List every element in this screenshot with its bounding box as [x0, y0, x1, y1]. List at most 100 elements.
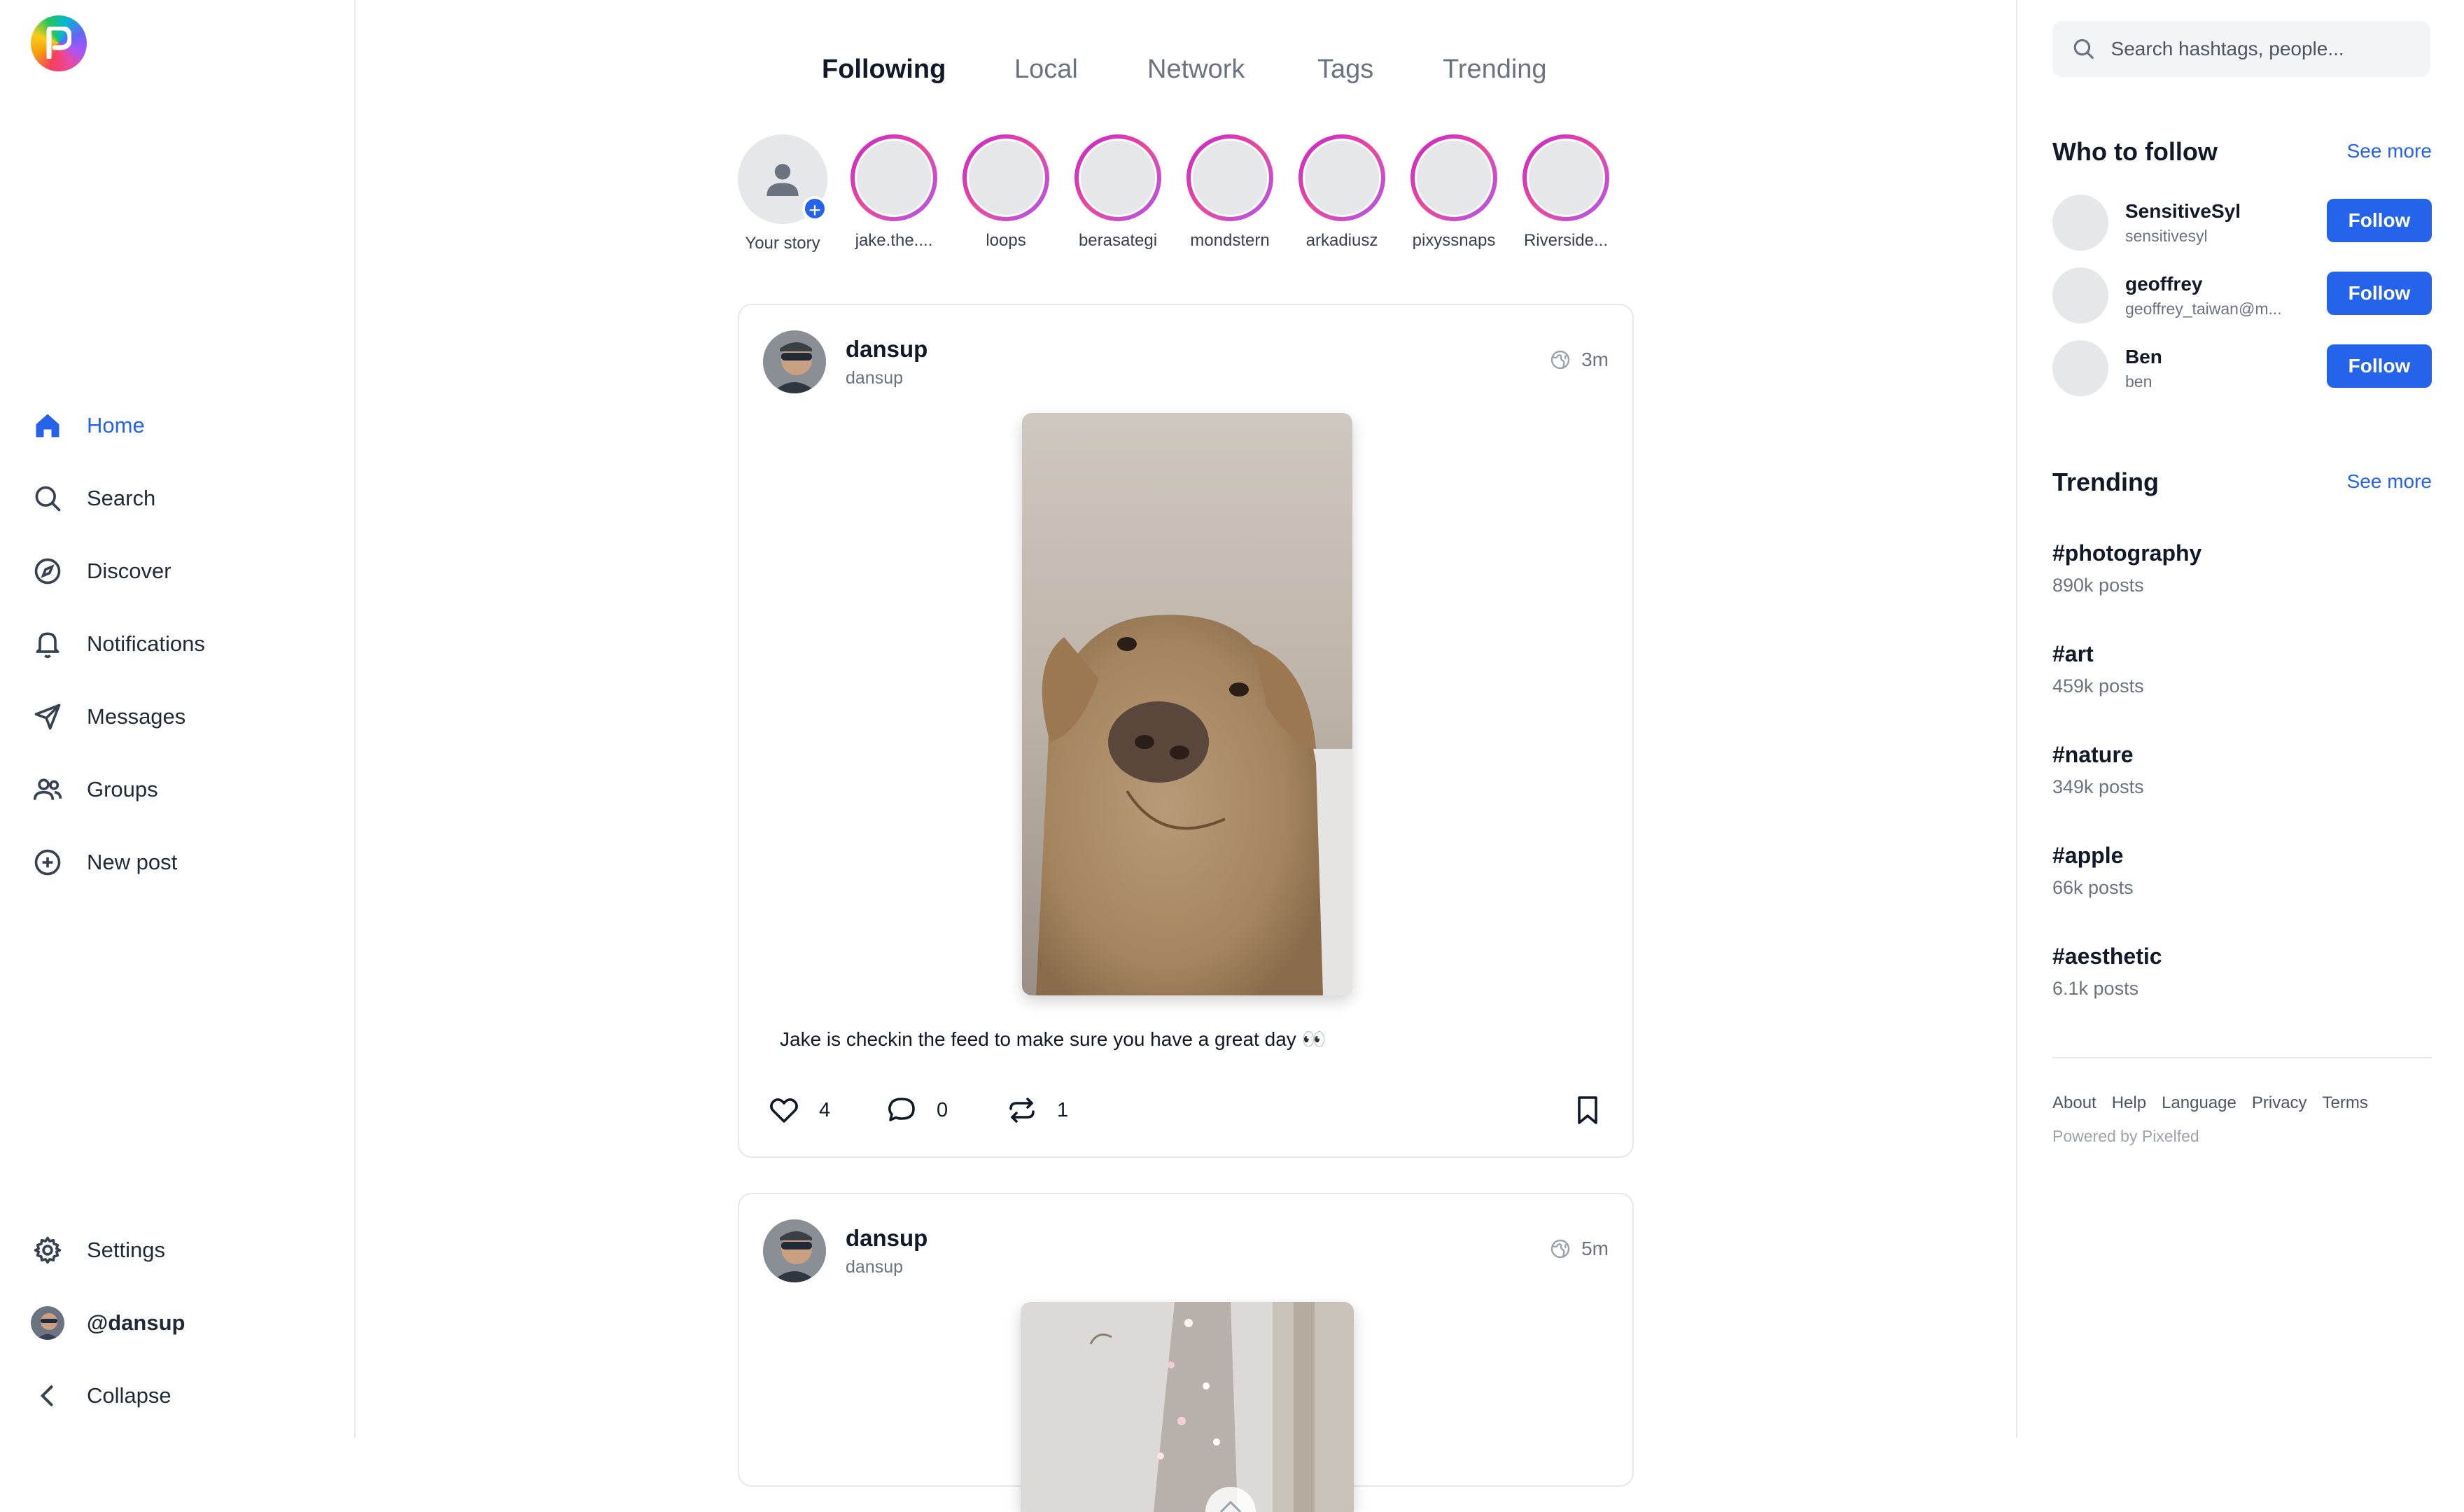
- who-to-follow-see-more[interactable]: See more: [2347, 140, 2432, 162]
- post-time[interactable]: 3m: [1581, 349, 1609, 371]
- post-time[interactable]: 5m: [1581, 1238, 1609, 1260]
- nav-discover[interactable]: Discover: [31, 550, 325, 592]
- nav-new-post-label: New post: [87, 850, 178, 874]
- pixelfed-logo-icon[interactable]: [31, 15, 87, 71]
- nav-collapse[interactable]: Collapse: [31, 1375, 325, 1417]
- trending-title: Trending: [2052, 468, 2159, 496]
- tab-following[interactable]: Following: [822, 55, 946, 85]
- comment-button[interactable]: 0: [885, 1093, 948, 1127]
- suggestion-name[interactable]: geoffrey: [2125, 273, 2202, 295]
- avatar[interactable]: [763, 330, 826, 393]
- post-handle[interactable]: dansup: [846, 1257, 903, 1278]
- person-icon: [766, 164, 799, 196]
- post-image[interactable]: [1021, 1302, 1354, 1512]
- story-name: jake.the....: [855, 231, 933, 250]
- avatar[interactable]: [763, 1219, 826, 1282]
- post-actions: 4 0 1: [767, 1088, 1604, 1130]
- post-handle[interactable]: dansup: [846, 368, 903, 388]
- search-bar[interactable]: [2052, 21, 2430, 77]
- trending-tag[interactable]: #nature 349k posts: [2052, 742, 2144, 798]
- trending-tag[interactable]: #photography 890k posts: [2052, 540, 2202, 596]
- tab-tags[interactable]: Tags: [1317, 55, 1373, 85]
- story-item[interactable]: jake.the....: [845, 134, 943, 251]
- follow-button[interactable]: Follow: [2327, 272, 2432, 315]
- story-item[interactable]: pixyssnaps: [1405, 134, 1503, 251]
- post-image[interactable]: [1022, 413, 1352, 995]
- search-icon: [2073, 38, 2094, 59]
- story-avatar: [1081, 141, 1155, 215]
- search-icon: [31, 482, 64, 515]
- footer-divider: [2052, 1057, 2432, 1058]
- story-avatar: [1529, 141, 1603, 215]
- story-avatar: [1305, 141, 1379, 215]
- heart-icon: [770, 1098, 798, 1123]
- trending-tag[interactable]: #aesthetic 6.1k posts: [2052, 944, 2162, 1000]
- story-item[interactable]: mondstern: [1181, 134, 1279, 251]
- compass-icon: [31, 554, 64, 588]
- share-button[interactable]: 1: [1005, 1093, 1068, 1127]
- post-username[interactable]: dansup: [846, 336, 927, 363]
- tab-local[interactable]: Local: [1014, 55, 1078, 85]
- powered-by: Powered by Pixelfed: [2052, 1127, 2199, 1145]
- footer-link-help[interactable]: Help: [2112, 1093, 2146, 1113]
- post-count: 349k posts: [2052, 776, 2144, 797]
- share-count: 1: [1057, 1098, 1069, 1121]
- avatar[interactable]: [2052, 195, 2108, 251]
- nav-messages[interactable]: Messages: [31, 696, 325, 738]
- your-story-avatar: +: [738, 134, 827, 224]
- follow-button[interactable]: Follow: [2327, 199, 2432, 242]
- story-name: arkadiusz: [1306, 231, 1378, 250]
- footer-link-about[interactable]: About: [2052, 1093, 2096, 1113]
- story-item[interactable]: Riverside...: [1517, 134, 1615, 251]
- avatar[interactable]: [2052, 340, 2108, 396]
- bell-icon: [31, 627, 64, 661]
- follow-button[interactable]: Follow: [2327, 344, 2432, 388]
- globe-icon: [1550, 350, 1570, 370]
- story-item[interactable]: loops: [957, 134, 1055, 251]
- christmas-tree-photo: [1021, 1302, 1354, 1512]
- post-count: 66k posts: [2052, 877, 2134, 898]
- hashtag: #apple: [2052, 843, 2124, 868]
- story-avatar: [857, 141, 931, 215]
- nav-home[interactable]: Home: [31, 405, 325, 447]
- add-story-plus-icon[interactable]: +: [802, 196, 827, 222]
- footer-link-terms[interactable]: Terms: [2323, 1093, 2368, 1113]
- tab-network[interactable]: Network: [1147, 55, 1245, 85]
- hashtag: #art: [2052, 641, 2094, 666]
- suggestion-name[interactable]: SensitiveSyl: [2125, 200, 2241, 223]
- story-your-story[interactable]: + Your story: [734, 134, 832, 253]
- repost-icon: [1009, 1098, 1035, 1123]
- post-meta: 3m: [1549, 349, 1609, 371]
- nav-new-post[interactable]: New post: [31, 841, 325, 883]
- comment-count: 0: [937, 1098, 948, 1121]
- story-avatar: [1417, 141, 1491, 215]
- like-button[interactable]: 4: [767, 1093, 830, 1127]
- trending-see-more[interactable]: See more: [2347, 470, 2432, 493]
- suggestion-name[interactable]: Ben: [2125, 346, 2162, 368]
- post-username[interactable]: dansup: [846, 1225, 927, 1252]
- tab-trending[interactable]: Trending: [1443, 55, 1547, 85]
- avatar[interactable]: [2052, 267, 2108, 323]
- nav-groups[interactable]: Groups: [31, 769, 325, 811]
- footer-link-language[interactable]: Language: [2162, 1093, 2236, 1113]
- nav-search[interactable]: Search: [31, 477, 325, 519]
- story-item[interactable]: berasategi: [1069, 134, 1167, 251]
- search-input[interactable]: [2109, 37, 2430, 61]
- trending-tag[interactable]: #apple 66k posts: [2052, 843, 2134, 899]
- home-icon: [31, 409, 64, 442]
- trending-tag[interactable]: #art 459k posts: [2052, 641, 2144, 697]
- nav-profile-label: @dansup: [87, 1310, 186, 1335]
- post-count: 6.1k posts: [2052, 978, 2139, 999]
- post-caption: Jake is checkin the feed to make sure yo…: [780, 1028, 1326, 1050]
- users-icon: [31, 773, 64, 806]
- nav-settings[interactable]: Settings: [31, 1229, 325, 1271]
- footer-link-privacy[interactable]: Privacy: [2252, 1093, 2307, 1113]
- bookmark-button[interactable]: [1571, 1093, 1604, 1127]
- app-window: Home Search Discover Notifications Messa…: [0, 0, 2464, 1512]
- story-item[interactable]: arkadiusz: [1293, 134, 1391, 251]
- nav-notifications[interactable]: Notifications: [31, 623, 325, 665]
- nav-profile[interactable]: @dansup: [31, 1302, 325, 1344]
- hashtag: #aesthetic: [2052, 944, 2162, 969]
- left-sidebar: Home Search Discover Notifications Messa…: [0, 0, 356, 1438]
- nav-discover-label: Discover: [87, 559, 172, 583]
